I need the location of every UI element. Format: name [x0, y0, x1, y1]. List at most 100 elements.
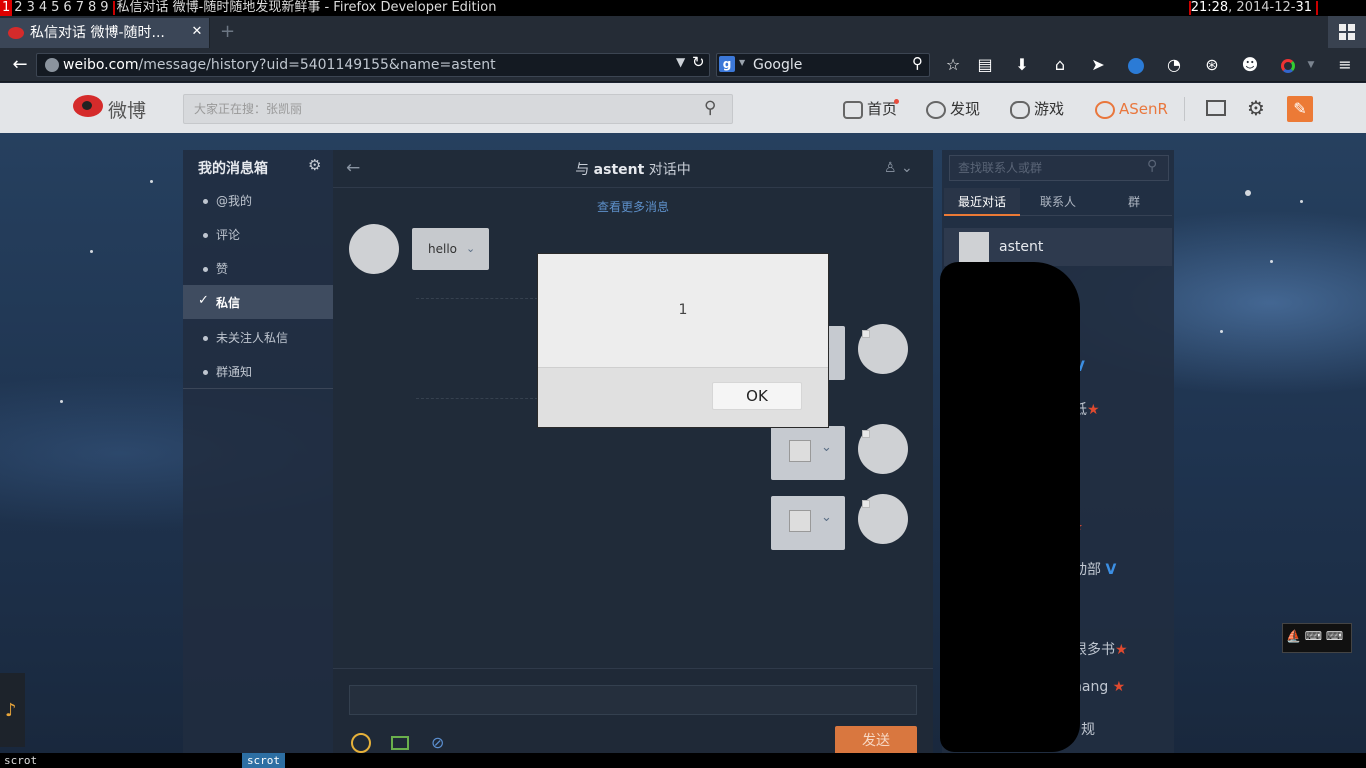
clock-day: 31: [1295, 0, 1312, 15]
attachment-icon[interactable]: ⊘: [431, 733, 444, 752]
weibo-search-input[interactable]: 大家正在搜：张凯丽: [183, 94, 733, 124]
workspace-5[interactable]: 5: [49, 0, 61, 16]
weibo-logo-text[interactable]: 微博: [108, 96, 146, 123]
contact-search-input[interactable]: 查找联系人或群: [949, 155, 1169, 181]
task-label[interactable]: scrot: [242, 753, 285, 768]
search-icon[interactable]: ⚲: [704, 98, 724, 118]
stamp-addon-icon[interactable]: ⊛: [1199, 53, 1225, 77]
workspace-3[interactable]: 3: [25, 0, 37, 16]
search-engine-dropdown-icon[interactable]: ▼: [739, 58, 745, 67]
back-arrow-icon[interactable]: ←: [6, 52, 34, 78]
workspace-8[interactable]: 8: [86, 0, 98, 16]
avatar: [959, 232, 989, 262]
tab-groups[interactable]: 群: [1096, 188, 1172, 216]
contact-name-fragment[interactable]: 规: [1081, 719, 1095, 739]
wm-top-bar: 1 2 3 4 5 6 7 8 9 私信对话 微博-随时随地发现新鲜事 - Firefox Dev…: [0, 0, 1366, 16]
workspace-1[interactable]: 1: [0, 0, 13, 16]
check-icon: ✓: [198, 293, 209, 308]
eye-addon-icon[interactable]: [1123, 53, 1149, 77]
alert-message: 1: [678, 302, 688, 318]
emoji-icon[interactable]: [351, 733, 371, 753]
sidebar-item-group-notices[interactable]: 群通知: [203, 363, 252, 380]
nav-discover[interactable]: 发现: [926, 99, 980, 119]
globe-icon[interactable]: [45, 58, 59, 72]
grid-icon: [1339, 24, 1355, 40]
notification-dot: [894, 99, 899, 104]
keyboard-icon[interactable]: ⛵ ⌨ ⌨: [1286, 629, 1343, 643]
home-icon[interactable]: ⌂: [1047, 53, 1073, 77]
sidebar-divider: [183, 388, 333, 389]
chevron-down-icon[interactable]: ⌄: [466, 242, 475, 255]
compose-icon[interactable]: ✎: [1287, 96, 1313, 122]
music-note-icon[interactable]: ♪: [5, 700, 17, 721]
chat-addon-icon[interactable]: ☻: [1237, 53, 1263, 77]
sidebar-item-mentions[interactable]: @我的: [203, 192, 252, 209]
star-decoration: [90, 250, 93, 253]
workspace-4[interactable]: 4: [37, 0, 49, 16]
new-tab-icon[interactable]: +: [220, 22, 235, 42]
chat-partner-name: astent: [593, 162, 645, 178]
workspace-9[interactable]: 9: [98, 0, 110, 16]
clock-time: 21:28: [1190, 0, 1229, 15]
tab-active[interactable]: 私信对话 微博-随时...: [0, 18, 210, 48]
star-decoration: [150, 180, 153, 183]
avatar[interactable]: [349, 224, 399, 274]
nav-user-label: ASenR: [1119, 100, 1168, 118]
clock: 21:28, 2014-12-31: [1188, 0, 1318, 16]
gear-icon[interactable]: ⚙: [1247, 98, 1265, 118]
send-button[interactable]: 发送: [835, 726, 917, 756]
workspace-7[interactable]: 7: [74, 0, 86, 16]
tab-contacts[interactable]: 联系人: [1020, 188, 1096, 216]
menu-icon[interactable]: ≡: [1332, 53, 1358, 77]
search-icon[interactable]: ⚲: [1147, 158, 1157, 174]
star-icon[interactable]: ☆: [940, 53, 966, 77]
image-icon[interactable]: [391, 736, 409, 750]
load-more-link[interactable]: 查看更多消息: [597, 198, 669, 215]
nav-games[interactable]: 游戏: [1010, 99, 1064, 119]
send-icon[interactable]: ➤: [1085, 53, 1111, 77]
workspace-2[interactable]: 2: [12, 0, 24, 16]
tab-title: 私信对话 微博-随时...: [30, 25, 165, 41]
search-icon[interactable]: ⚲: [912, 54, 923, 72]
sidebar-item-unfollowed-messages[interactable]: 未关注人私信: [203, 329, 288, 346]
mail-icon[interactable]: [1206, 100, 1226, 116]
broken-image-icon: [862, 430, 870, 438]
divider: [416, 298, 538, 299]
broken-image-icon: [862, 500, 870, 508]
person-settings-icon[interactable]: ♙ ⌄: [884, 160, 913, 176]
redaction-overlay: [940, 262, 1080, 752]
command-input[interactable]: scrot: [4, 754, 37, 767]
url-path: /message/history?uid=5401149155&name=ast…: [138, 57, 496, 73]
tab-close-icon[interactable]: ✕: [190, 23, 204, 41]
history-addon-icon[interactable]: ◔: [1161, 53, 1187, 77]
tab-recent[interactable]: 最近对话: [944, 188, 1020, 216]
google-icon[interactable]: g: [719, 56, 735, 72]
search-bar[interactable]: Google: [716, 53, 930, 77]
nav-user[interactable]: ASenR: [1095, 99, 1168, 119]
nav-home[interactable]: 首页: [843, 99, 897, 119]
bottom-bar: [0, 753, 1366, 768]
reload-icon[interactable]: ↻: [692, 53, 705, 71]
contact-name-fragment[interactable]: 很多书★: [1073, 639, 1128, 659]
weibo-favicon-icon: [8, 27, 24, 39]
tab-groups-button[interactable]: [1328, 16, 1366, 48]
image-message-bubble[interactable]: ⌄: [771, 426, 845, 480]
broken-image-icon: [862, 330, 870, 338]
contact-name-fragment[interactable]: hang ★: [1073, 679, 1125, 695]
url-bar[interactable]: weibo.com/message/history?uid=5401149155…: [36, 53, 710, 77]
image-message-bubble[interactable]: ⌄: [771, 496, 845, 550]
url-dropdown-icon[interactable]: ▼: [676, 55, 685, 69]
message-input[interactable]: [349, 685, 917, 715]
ok-button[interactable]: OK: [712, 382, 802, 410]
sidebar-item-likes[interactable]: 赞: [203, 260, 228, 277]
mailbox-title: 我的消息箱: [198, 161, 268, 177]
gear-icon[interactable]: ⚙: [308, 156, 321, 174]
star-decoration: [1220, 330, 1223, 333]
workspace-6[interactable]: 6: [61, 0, 73, 16]
sidebar-item-comments[interactable]: 评论: [203, 226, 240, 243]
color-addon-dropdown-icon[interactable]: ▼: [1298, 53, 1324, 77]
clipboard-icon[interactable]: ▤: [972, 53, 998, 77]
window-title: 私信对话 微博-随时随地发现新鲜事 - Firefox Developer Ed…: [116, 0, 497, 15]
download-icon[interactable]: ⬇: [1009, 53, 1035, 77]
weibo-logo-icon[interactable]: [73, 95, 103, 117]
